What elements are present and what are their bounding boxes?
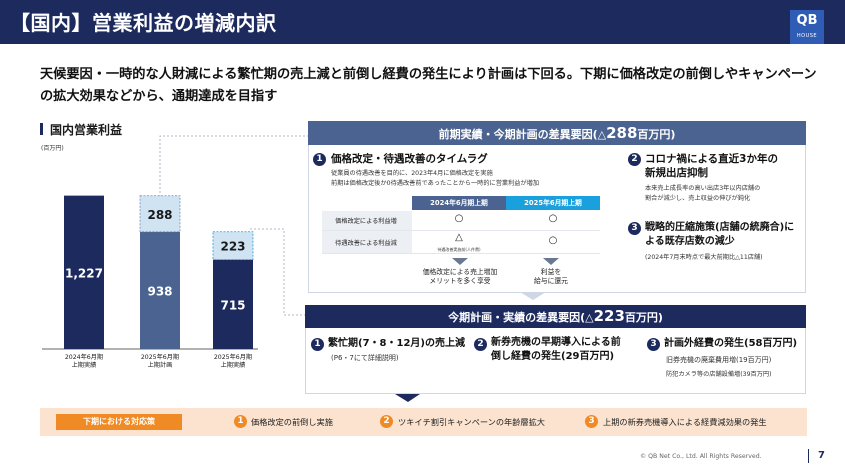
box2-item3-sub2: 防犯カメラ等の店舗設備増(39百万円) bbox=[666, 371, 772, 378]
box2-item1-sub: (P6・7にて詳細説明) bbox=[331, 354, 399, 362]
box2-item2-title-line2: 倒し経費の発生(29百万円) bbox=[491, 351, 615, 362]
box1-item2-number: 2 bbox=[628, 153, 641, 166]
table-row1-label: 価格改定による利益増 bbox=[335, 218, 397, 225]
table-arrow-1 bbox=[452, 258, 468, 265]
box1-item2-sub1: 本来売上成長率の高い出店3年以内店舗の bbox=[645, 185, 761, 192]
countermeasure-1-number: 1 bbox=[234, 415, 247, 428]
box2-header: 今期計画・実績の差異要因(△223百万円) bbox=[305, 305, 806, 328]
table-note-1-line1: 価格改定による売上増加 bbox=[422, 268, 498, 276]
table-row2-label: 待遇改善による利益減 bbox=[335, 240, 397, 247]
box1-item3-title-line1: 戦略的圧縮施策(店舗の統廃合)に bbox=[645, 222, 795, 233]
box1-item2-sub2: 割合が減少し、売上収益の伸びが鈍化 bbox=[645, 195, 751, 202]
box2-item3-number: 3 bbox=[647, 338, 660, 351]
box1-item2-title-line2: 新規出店抑制 bbox=[645, 167, 708, 179]
table-r1c1-mark: ○ bbox=[454, 213, 464, 224]
box2-item1-number: 1 bbox=[311, 338, 324, 351]
countermeasure-label: 下期における対応策 bbox=[56, 414, 182, 430]
table-arrow-2 bbox=[543, 258, 559, 265]
copyright: © QB Net Co., Ltd. All Rights Reserved. bbox=[640, 453, 762, 460]
table-note-2-line2: 給与に還元 bbox=[534, 277, 568, 285]
box2-item1-title: 繁忙期(7・8・12月)の売上減 bbox=[328, 338, 465, 349]
box1-item2-title: コロナ禍による直近3か年の 新規出店抑制 bbox=[645, 152, 778, 180]
box1-item3-title-line2: よる既存店数の減少 bbox=[645, 236, 735, 247]
table-note-1: 価格改定による売上増加 メリットを多く享受 bbox=[412, 268, 508, 286]
table-col2-head: 2025年6月期上期 bbox=[524, 199, 582, 207]
table-col1-head: 2024年6月期上期 bbox=[430, 199, 488, 207]
table-r2c2-mark: ○ bbox=[548, 235, 558, 246]
box2-item2-title: 新券売機の早期導入による前 倒し経費の発生(29百万円) bbox=[491, 336, 621, 364]
box1-item3-title: 戦略的圧縮施策(店舗の統廃合)に よる既存店数の減少 bbox=[645, 221, 794, 249]
box2-item2-number: 2 bbox=[474, 338, 487, 351]
box2-header-prefix: 今期計画・実績の差異要因(△ bbox=[448, 311, 594, 324]
footer-separator bbox=[808, 449, 809, 463]
countermeasure-2-text: ツキイチ割引キャンペーンの年齢層拡大 bbox=[398, 417, 545, 427]
box2-header-suffix: 百万円) bbox=[624, 311, 663, 324]
countermeasure-2-number: 2 bbox=[380, 415, 393, 428]
box2-item2-title-line1: 新券売機の早期導入による前 bbox=[491, 337, 621, 348]
table-note-1-line2: メリットを多く享受 bbox=[429, 277, 491, 285]
page-number: 7 bbox=[818, 450, 825, 461]
box2-header-value: 223 bbox=[593, 307, 625, 325]
table-r2c1-subnote: 待遇改善実施前(人件費) bbox=[437, 247, 481, 252]
table-r1c2-mark: ○ bbox=[548, 213, 558, 224]
table-r2c1-mark: △ bbox=[455, 232, 463, 243]
box1-item2-title-line1: コロナ禍による直近3か年の bbox=[645, 153, 778, 165]
box1-item3-number: 3 bbox=[628, 222, 641, 235]
countermeasure-3-number: 3 bbox=[585, 415, 598, 428]
countermeasure-1-text: 価格改定の前倒し実施 bbox=[251, 417, 333, 427]
box2-item3-sub1: 旧券売機の廃棄費用増(19百万円) bbox=[666, 356, 772, 364]
box2-item3-title: 計画外経費の発生(58百万円) bbox=[664, 338, 798, 349]
box1-item3-sub1: (2024年7月末時点で最大前期比△11店舗) bbox=[645, 254, 763, 261]
countermeasure-3-text: 上期の新券売機導入による経費減効果の発生 bbox=[603, 417, 767, 427]
table-note-2: 利益を 給与に還元 bbox=[516, 268, 586, 286]
table-note-2-line1: 利益を bbox=[540, 268, 562, 276]
